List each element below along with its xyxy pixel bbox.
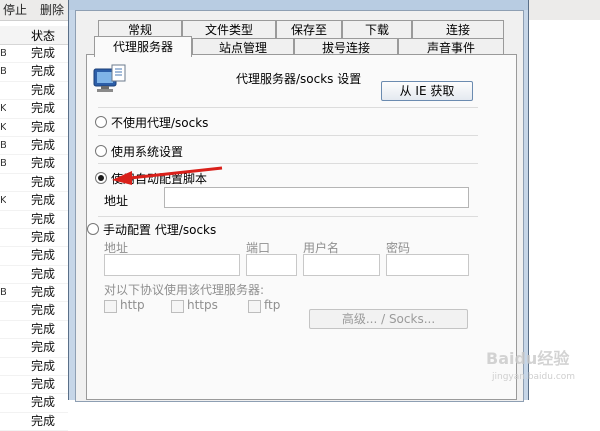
list-item-status: 完成 [31,248,56,263]
list-item[interactable]: 完成 [0,302,68,321]
divider [98,107,478,108]
tab-file-types[interactable]: 文件类型 [182,20,276,38]
annotation-arrow-icon [112,166,223,185]
list-item[interactable]: 完成 [0,376,68,395]
list-item[interactable]: KB 完成 [0,119,68,137]
watermark-url: jingyan.baidu.com [492,372,576,382]
list-item-size: B [0,287,6,299]
http-checkbox[interactable] [104,300,117,313]
download-list[interactable]: B完成B完成完成KB完成KB完成B完成B完成完成KB完成完成完成完成完成B完成完… [0,45,68,431]
system-settings-radio[interactable] [95,145,107,157]
protocol-label: 对以下协议使用该代理服务器: [104,283,265,297]
list-item[interactable]: B 完成 [0,155,68,174]
list-item-status: 完成 [31,46,56,60]
tab-download[interactable]: 下载 [342,20,412,38]
list-item[interactable]: 完成 [0,211,68,229]
list-item[interactable]: 完成 [0,358,68,377]
list-item[interactable]: 完成 [0,229,68,248]
list-item-size: KB [0,103,6,115]
manual-config-label[interactable]: 手动配置 代理/socks [103,221,216,238]
https-label: https [187,298,218,312]
list-item-status: 完成 [31,377,56,392]
list-item[interactable]: 完成 [0,82,68,101]
address-label: 地址 [104,194,129,208]
manual-address-input[interactable] [104,254,240,276]
get-from-ie-button[interactable]: 从 IE 获取 [381,81,473,101]
ftp-label: ftp [264,298,281,312]
list-item-status: 完成 [31,101,56,116]
list-item-size: B [0,66,6,78]
divider [98,216,478,217]
manual-config-radio[interactable] [87,223,99,235]
list-item[interactable]: B 完成 [0,45,68,64]
list-item[interactable]: 完成 [0,247,68,266]
list-item[interactable]: KB 完成 [0,100,68,119]
list-item[interactable]: B 完成 [0,63,68,82]
list-item[interactable]: KB 完成 [0,192,68,211]
tab-proxy-server[interactable]: 代理服务器 [94,36,192,57]
list-item-status: 完成 [31,229,56,244]
background-list-right [527,20,600,400]
list-item[interactable]: 完成 [0,413,68,431]
status-column-header[interactable]: 状态 [0,26,68,45]
list-item-size: B [0,48,6,59]
list-item[interactable]: B 完成 [0,137,68,156]
proxy-header-title: 代理服务器/socks 设置 [236,72,362,86]
no-proxy-label[interactable]: 不使用代理/socks [111,114,208,131]
manual-port-input[interactable] [246,254,297,276]
list-item[interactable]: 完成 [0,266,68,285]
https-checkbox[interactable] [171,300,184,313]
list-item-size: KB [0,121,6,133]
list-item-status: 完成 [31,137,56,152]
list-item[interactable]: 完成 [0,174,68,193]
advanced-socks-button[interactable]: 高级... / Socks... [309,309,468,329]
list-item-status: 完成 [31,156,56,171]
ftp-checkbox[interactable] [248,300,261,313]
http-label: http [120,298,145,312]
list-item[interactable]: B 完成 [0,284,68,303]
list-item-status: 完成 [31,174,56,189]
list-item-size: B [0,139,6,151]
no-proxy-radio[interactable] [95,116,107,128]
list-item-status: 完成 [31,395,56,410]
list-item-status: 完成 [31,413,56,428]
list-item[interactable]: 完成 [0,339,68,358]
manual-username-input[interactable] [303,254,380,276]
list-item-status: 完成 [31,340,56,355]
list-item-status: 完成 [31,119,56,134]
list-item-status: 完成 [31,193,56,208]
system-settings-label[interactable]: 使用系统设置 [111,143,183,160]
list-item-size: KB [0,195,6,207]
proxy-settings-icon [93,64,126,92]
watermark-logo: Baidu经验 [486,349,570,368]
divider [98,135,478,136]
list-item-size: B [0,158,6,170]
delete-button[interactable]: 删除 [40,1,64,18]
tab-connection[interactable]: 连接 [412,20,504,38]
list-item-status: 完成 [31,303,56,318]
list-item-status: 完成 [31,321,56,336]
list-item-status: 完成 [31,358,56,373]
list-item-status: 完成 [31,266,56,281]
list-item-status: 完成 [31,285,56,300]
list-item-status: 完成 [31,64,56,79]
stop-button[interactable]: 停止 [3,1,27,18]
list-item-status: 完成 [31,211,56,226]
script-address-input[interactable] [164,187,469,208]
manual-password-input[interactable] [386,254,469,276]
tab-save-to[interactable]: 保存至 [276,20,342,38]
list-item-status: 完成 [31,82,56,97]
list-item[interactable]: 完成 [0,394,68,413]
list-item[interactable]: 完成 [0,321,68,340]
status-header-label: 状态 [31,29,56,43]
dialog-title-bar[interactable] [69,0,528,10]
